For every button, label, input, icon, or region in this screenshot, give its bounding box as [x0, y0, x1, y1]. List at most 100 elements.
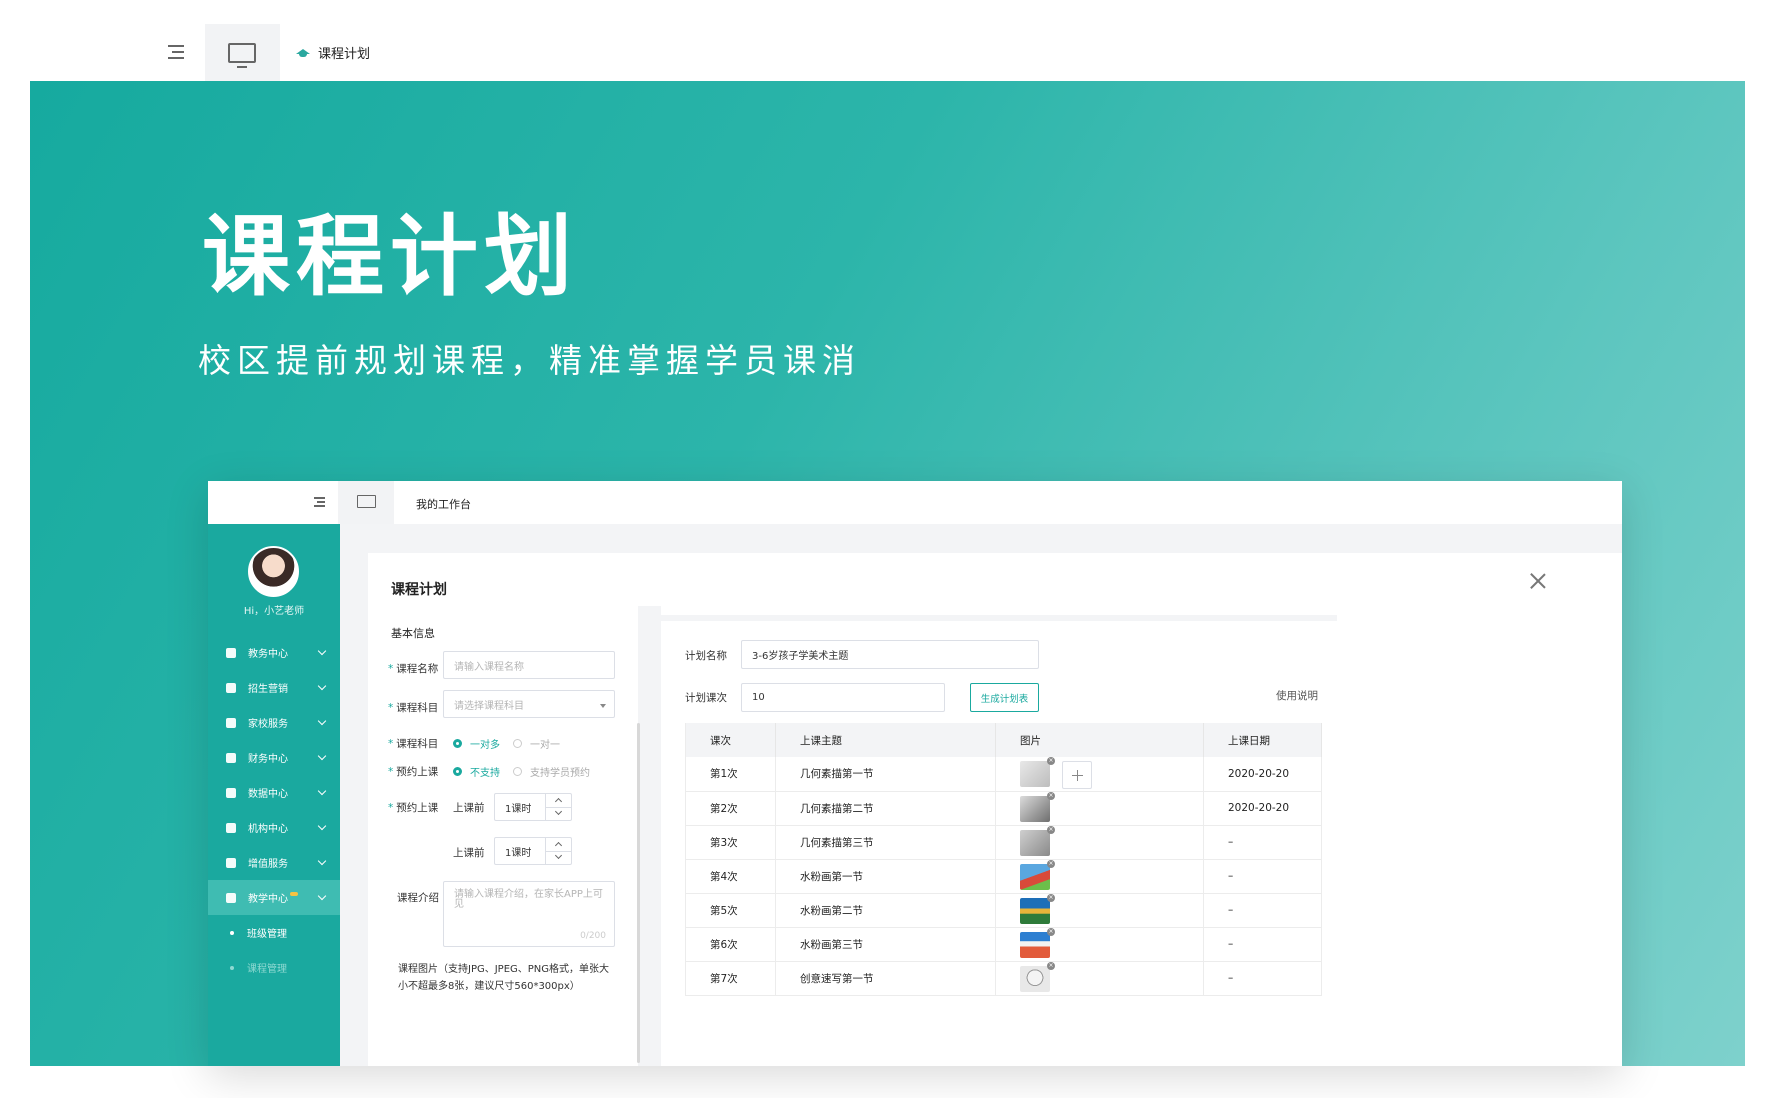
sidebar-item-label: 数据中心 [248, 789, 288, 800]
avatar[interactable] [248, 546, 299, 597]
hero-subtitle: 校区提前规划课程，精准掌握学员课消 [198, 341, 861, 380]
lesson-images: × [995, 927, 1204, 962]
subnav-label: 课程管理 [247, 964, 287, 975]
monitor-icon [228, 43, 256, 68]
painting-thumbnail[interactable] [1020, 863, 1050, 890]
tab-label: 课程计划 [318, 47, 371, 62]
book-icon [226, 682, 236, 693]
lesson-topic: 几何素描第二节 [775, 791, 996, 826]
table-row: 第5次 水粉画第二节 × – [685, 893, 1322, 928]
chevron-down-icon [317, 786, 327, 796]
header-image: 图片 [995, 723, 1204, 757]
intro-label: 课程介绍 [397, 892, 439, 904]
subnav-class-management[interactable]: 班级管理 [208, 915, 340, 950]
new-badge [290, 891, 298, 896]
course-type-label: * 课程科目 [388, 738, 439, 750]
sketch-thumbnail[interactable] [1020, 761, 1050, 787]
lesson-images: × [995, 961, 1204, 996]
lesson-date: – [1203, 859, 1322, 894]
help-link[interactable]: 使用说明 [1276, 688, 1318, 703]
plan-name-input[interactable]: 3-6岁孩子学美术主题 [741, 640, 1039, 669]
remove-icon[interactable]: × [1047, 893, 1055, 902]
sidebar-item-academic[interactable]: 教务中心 [208, 635, 340, 670]
remove-icon[interactable]: × [1047, 961, 1055, 970]
plan-count-input[interactable]: 10 [741, 683, 945, 712]
chevron-up-icon [554, 797, 563, 806]
lesson-images: × [995, 859, 1204, 894]
char-counter: 0/200 [580, 931, 606, 941]
chevron-down-icon [317, 751, 327, 761]
header-topic: 上课主题 [775, 723, 996, 757]
table-row: 第2次 几何素描第二节 × 2020-20-20 [685, 791, 1322, 826]
hero-banner: 课程计划 校区提前规划课程，精准掌握学员课消 我的工作台 Hi，小艺老师 教务中… [30, 81, 1745, 1066]
sketch-thumbnail[interactable] [1020, 795, 1050, 822]
generate-plan-button[interactable]: 生成计划表 [970, 683, 1039, 712]
course-name-label: * 课程名称 [388, 663, 439, 675]
before-class-label: 上课前 [453, 847, 485, 859]
painting-thumbnail[interactable] [1020, 931, 1050, 958]
sidebar-item-label: 机构中心 [248, 824, 288, 835]
remove-icon[interactable]: × [1047, 825, 1055, 834]
chevron-down-icon [554, 807, 563, 816]
plan-name-label: 计划名称 [685, 650, 727, 662]
lesson-topic: 几何素描第一节 [775, 757, 996, 792]
booking-hours-stepper[interactable]: 1课时 [494, 793, 572, 821]
course-subject-select[interactable]: 请选择课程科目 [443, 690, 615, 718]
sketch-thumbnail[interactable] [1020, 965, 1050, 992]
dashboard-tab[interactable] [338, 481, 394, 524]
subnav-course-management[interactable]: 课程管理 [208, 950, 340, 985]
remove-icon[interactable]: × [1047, 927, 1055, 936]
lesson-no: 第2次 [685, 791, 776, 826]
sidebar-item-data[interactable]: 数据中心 [208, 775, 340, 810]
sidebar-item-teaching[interactable]: 教学中心 [208, 880, 340, 915]
booking-time-label: * 预约上课 [388, 802, 439, 814]
sidebar-item-label: 财务中心 [248, 754, 288, 765]
sidebar-item-marketing[interactable]: 招生营销 [208, 670, 340, 705]
radio-one-to-many[interactable]: 一对多 [453, 736, 500, 751]
menu-icon[interactable] [314, 497, 325, 507]
lesson-topic: 几何素描第三节 [775, 825, 996, 860]
divider [638, 606, 661, 1066]
app-preview: 我的工作台 Hi，小艺老师 教务中心 招生营销 家校服务 财务中心 数据中心 机… [208, 481, 1622, 1066]
menu-icon[interactable] [168, 45, 184, 59]
cancel-hours-stepper[interactable]: 1课时 [494, 837, 572, 865]
lesson-images: × [995, 825, 1204, 860]
tab-course-plan[interactable]: 课程计划 [296, 43, 370, 62]
radio-support-booking[interactable]: 支持学员预约 [513, 764, 590, 779]
divider [661, 615, 1337, 621]
intro-textarea[interactable]: 请输入课程介绍，在家长APP上可见 0/200 [443, 881, 615, 947]
radio-not-support[interactable]: 不支持 [453, 764, 500, 779]
plan-table: 课次 上课主题 图片 上课日期 第1次 几何素描第一节 × 2020-20-20… [685, 723, 1322, 996]
building-icon [226, 822, 236, 833]
table-row: 第7次 创意速写第一节 × – [685, 961, 1322, 996]
table-row: 第4次 水粉画第一节 × – [685, 859, 1322, 894]
sidebar-nav: 教务中心 招生营销 家校服务 财务中心 数据中心 机构中心 增值服务 教学中心 … [208, 635, 340, 985]
add-image-button[interactable] [1062, 761, 1092, 789]
remove-icon[interactable]: × [1047, 791, 1055, 800]
bullet-icon [230, 930, 234, 935]
remove-icon[interactable]: × [1047, 859, 1055, 868]
lesson-date: – [1203, 927, 1322, 962]
sidebar-item-home-school[interactable]: 家校服务 [208, 705, 340, 740]
graduation-cap-icon [226, 892, 236, 903]
chevron-down-icon [317, 821, 327, 831]
tab-workbench[interactable]: 我的工作台 [416, 496, 471, 512]
remove-icon[interactable]: × [1047, 757, 1055, 765]
radio-one-to-one[interactable]: 一对一 [513, 736, 560, 751]
dashboard-tab[interactable] [205, 24, 280, 81]
lesson-no: 第1次 [685, 757, 776, 792]
sketch-thumbnail[interactable] [1020, 829, 1050, 856]
sidebar-item-label: 家校服务 [248, 719, 288, 730]
painting-thumbnail[interactable] [1020, 897, 1050, 924]
scrollbar[interactable] [637, 723, 640, 1063]
sidebar-item-label: 教学中心 [248, 894, 288, 905]
sidebar-item-value-added[interactable]: 增值服务 [208, 845, 340, 880]
grid-icon [226, 647, 236, 658]
sidebar-item-organization[interactable]: 机构中心 [208, 810, 340, 845]
course-name-input[interactable]: 请输入课程名称 [443, 651, 615, 679]
lesson-date: – [1203, 893, 1322, 928]
chevron-up-icon [554, 841, 563, 850]
sidebar-item-finance[interactable]: 财务中心 [208, 740, 340, 775]
close-icon[interactable] [1530, 573, 1546, 589]
lesson-images: × [995, 757, 1204, 792]
